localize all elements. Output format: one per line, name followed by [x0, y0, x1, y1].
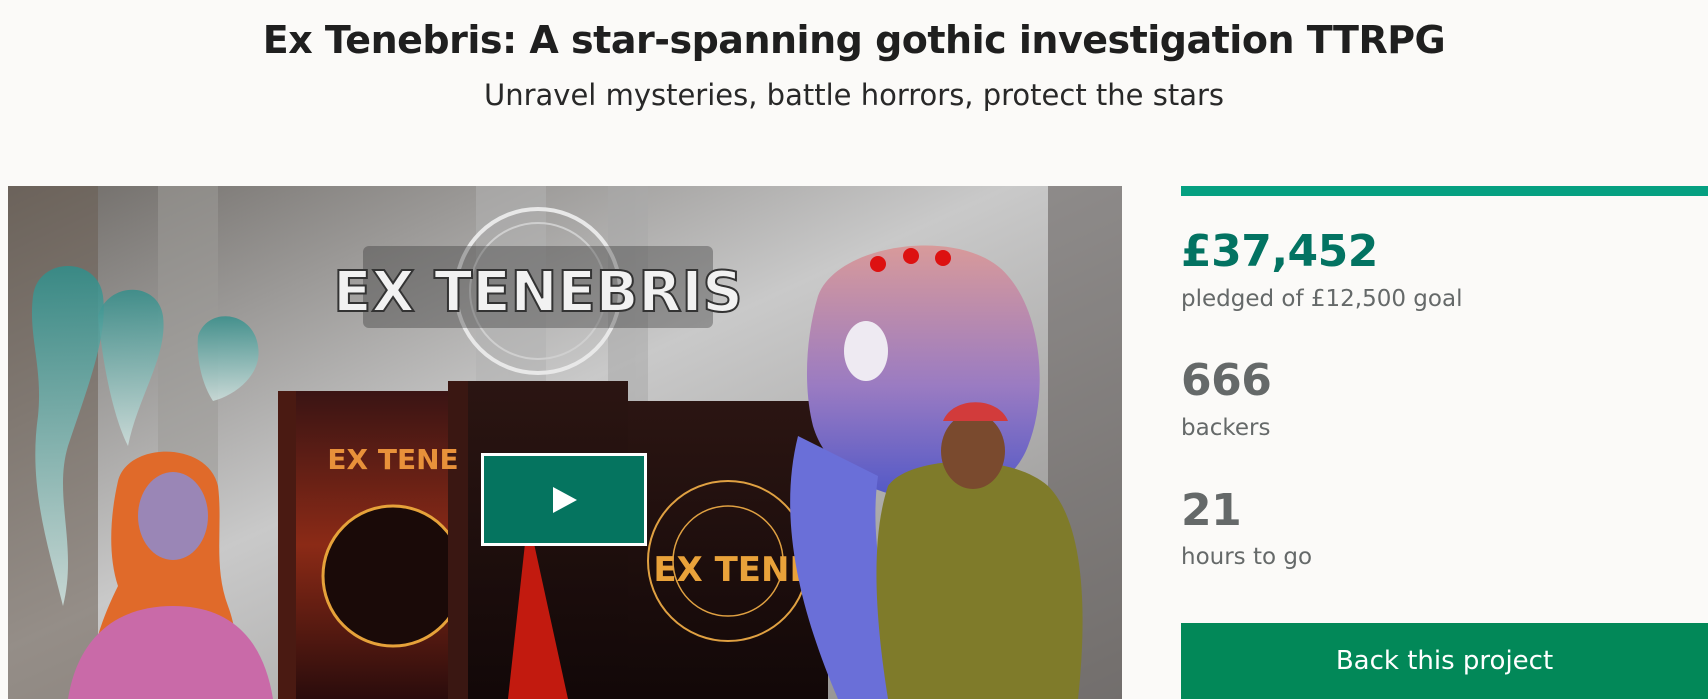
- book-left: [278, 391, 468, 699]
- backers-count: 666: [1181, 355, 1272, 406]
- back-this-project-button[interactable]: Back this project: [1181, 623, 1708, 699]
- play-icon: [553, 486, 577, 513]
- project-title: Ex Tenebris: A star-spanning gothic inve…: [262, 18, 1446, 62]
- time-left-label: hours to go: [1181, 544, 1313, 570]
- funding-stats: £37,452 pledged of £12,500 goal 666 back…: [1181, 186, 1708, 699]
- book-spine-text: EX TENE: [653, 550, 812, 590]
- pledged-label: pledged of £12,500 goal: [1181, 286, 1463, 312]
- play-video-button[interactable]: [481, 453, 647, 546]
- hero-logo-text: EX TENEBRIS: [333, 260, 742, 325]
- pledged-amount: £37,452: [1181, 226, 1378, 277]
- time-left: 21: [1181, 485, 1242, 536]
- backers-label: backers: [1181, 415, 1271, 441]
- book-left-cover-text: EX TENE: [327, 443, 458, 476]
- funding-progress-bar: [1181, 186, 1708, 196]
- project-subtitle: Unravel mysteries, battle horrors, prote…: [483, 78, 1225, 112]
- hero-artwork: EX TENEBRIS EX TENE EX TENE: [8, 186, 1122, 699]
- hero-video[interactable]: EX TENEBRIS EX TENE EX TENE: [8, 186, 1122, 699]
- funding-progress-fill: [1181, 186, 1708, 196]
